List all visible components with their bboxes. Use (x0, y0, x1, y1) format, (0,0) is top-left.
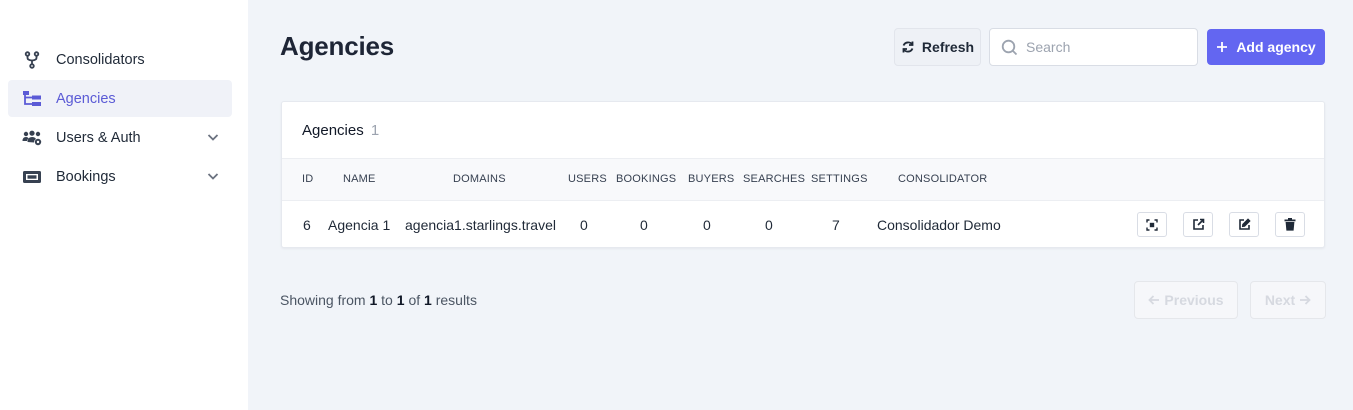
column-header-searches[interactable]: SEARCHES (743, 173, 805, 185)
sidebar-item-consolidators[interactable]: Consolidators (8, 41, 232, 78)
cell-consolidator: Consolidador Demo (877, 217, 1001, 233)
cell-buyers: 0 (703, 217, 711, 233)
card-title-count: 1 (370, 122, 380, 139)
fork-icon (22, 50, 42, 70)
arrow-right-icon (1300, 295, 1311, 305)
showing-results-word: results (435, 292, 477, 308)
next-button[interactable]: Next (1250, 281, 1326, 319)
add-agency-label: Add agency (1236, 39, 1316, 55)
previous-button[interactable]: Previous (1134, 281, 1238, 319)
table-header: ID NAME DOMAINS USERS BOOKINGS BUYERS SE… (282, 158, 1324, 201)
cell-domains: agencia1.starlings.travel (405, 217, 556, 233)
column-header-bookings[interactable]: BOOKINGS (616, 173, 676, 185)
scan-button[interactable] (1137, 212, 1167, 237)
showing-to: 1 (396, 292, 405, 308)
ticket-icon (22, 167, 42, 187)
cell-users: 0 (580, 217, 588, 233)
column-header-consolidator[interactable]: CONSOLIDATOR (898, 173, 987, 185)
refresh-label: Refresh (921, 39, 975, 55)
cell-id: 6 (303, 217, 311, 233)
chevron-down-icon[interactable] (206, 169, 220, 183)
column-header-buyers[interactable]: BUYERS (688, 173, 734, 185)
hierarchy-icon (22, 89, 42, 109)
next-label: Next (1264, 292, 1296, 308)
cell-settings: 7 (832, 217, 840, 233)
showing-from: 1 (369, 292, 378, 308)
search-input[interactable] (1026, 39, 1186, 55)
sidebar-item-users-auth[interactable]: Users & Auth (8, 119, 232, 156)
showing-to-word: to (381, 292, 393, 308)
sidebar-item-bookings[interactable]: Bookings (8, 158, 232, 195)
plus-icon (1217, 42, 1228, 52)
column-header-id[interactable]: ID (302, 173, 313, 185)
sidebar: Consolidators Agencies Users & Auth Book… (0, 0, 248, 410)
add-agency-button[interactable]: Add agency (1207, 29, 1325, 65)
column-header-domains[interactable]: DOMAINS (453, 173, 506, 185)
sidebar-item-label: Users & Auth (56, 129, 141, 146)
cell-bookings: 0 (640, 217, 648, 233)
agencies-card: Agencies 1 ID NAME DOMAINS USERS BOOKING… (281, 101, 1325, 248)
refresh-icon (902, 41, 914, 53)
scan-icon (1146, 218, 1158, 231)
card-title: Agencies 1 (302, 122, 379, 139)
sidebar-item-label: Consolidators (56, 51, 145, 68)
edit-icon (1238, 218, 1251, 230)
pagination-summary: Showing from 1 to 1 of 1 results (280, 292, 477, 308)
edit-button[interactable] (1229, 212, 1259, 237)
search-box[interactable] (989, 28, 1198, 66)
refresh-button[interactable]: Refresh (894, 28, 981, 66)
sidebar-item-label: Agencies (56, 90, 116, 107)
sidebar-item-agencies[interactable]: Agencies (8, 80, 232, 117)
arrow-left-icon (1148, 295, 1160, 305)
showing-of-word: of (408, 292, 421, 308)
column-header-name[interactable]: NAME (343, 173, 376, 185)
table-row: 6 Agencia 1 agencia1.starlings.travel 0 … (282, 201, 1324, 248)
chevron-down-icon[interactable] (206, 130, 220, 144)
search-icon (1001, 39, 1018, 55)
page-title: Agencies (280, 31, 395, 61)
showing-prefix: Showing from (280, 292, 366, 308)
column-header-users[interactable]: USERS (568, 173, 607, 185)
trash-icon (1284, 218, 1296, 231)
card-title-text: Agencies (302, 122, 364, 139)
column-header-settings[interactable]: SETTINGS (811, 173, 868, 185)
cell-name: Agencia 1 (328, 217, 391, 233)
showing-total: 1 (424, 292, 432, 308)
open-external-button[interactable] (1183, 212, 1213, 237)
previous-label: Previous (1164, 292, 1224, 308)
cell-searches: 0 (765, 217, 773, 233)
sidebar-item-label: Bookings (56, 168, 116, 185)
delete-button[interactable] (1275, 212, 1305, 237)
users-gear-icon (22, 128, 42, 148)
external-link-icon (1192, 218, 1204, 230)
